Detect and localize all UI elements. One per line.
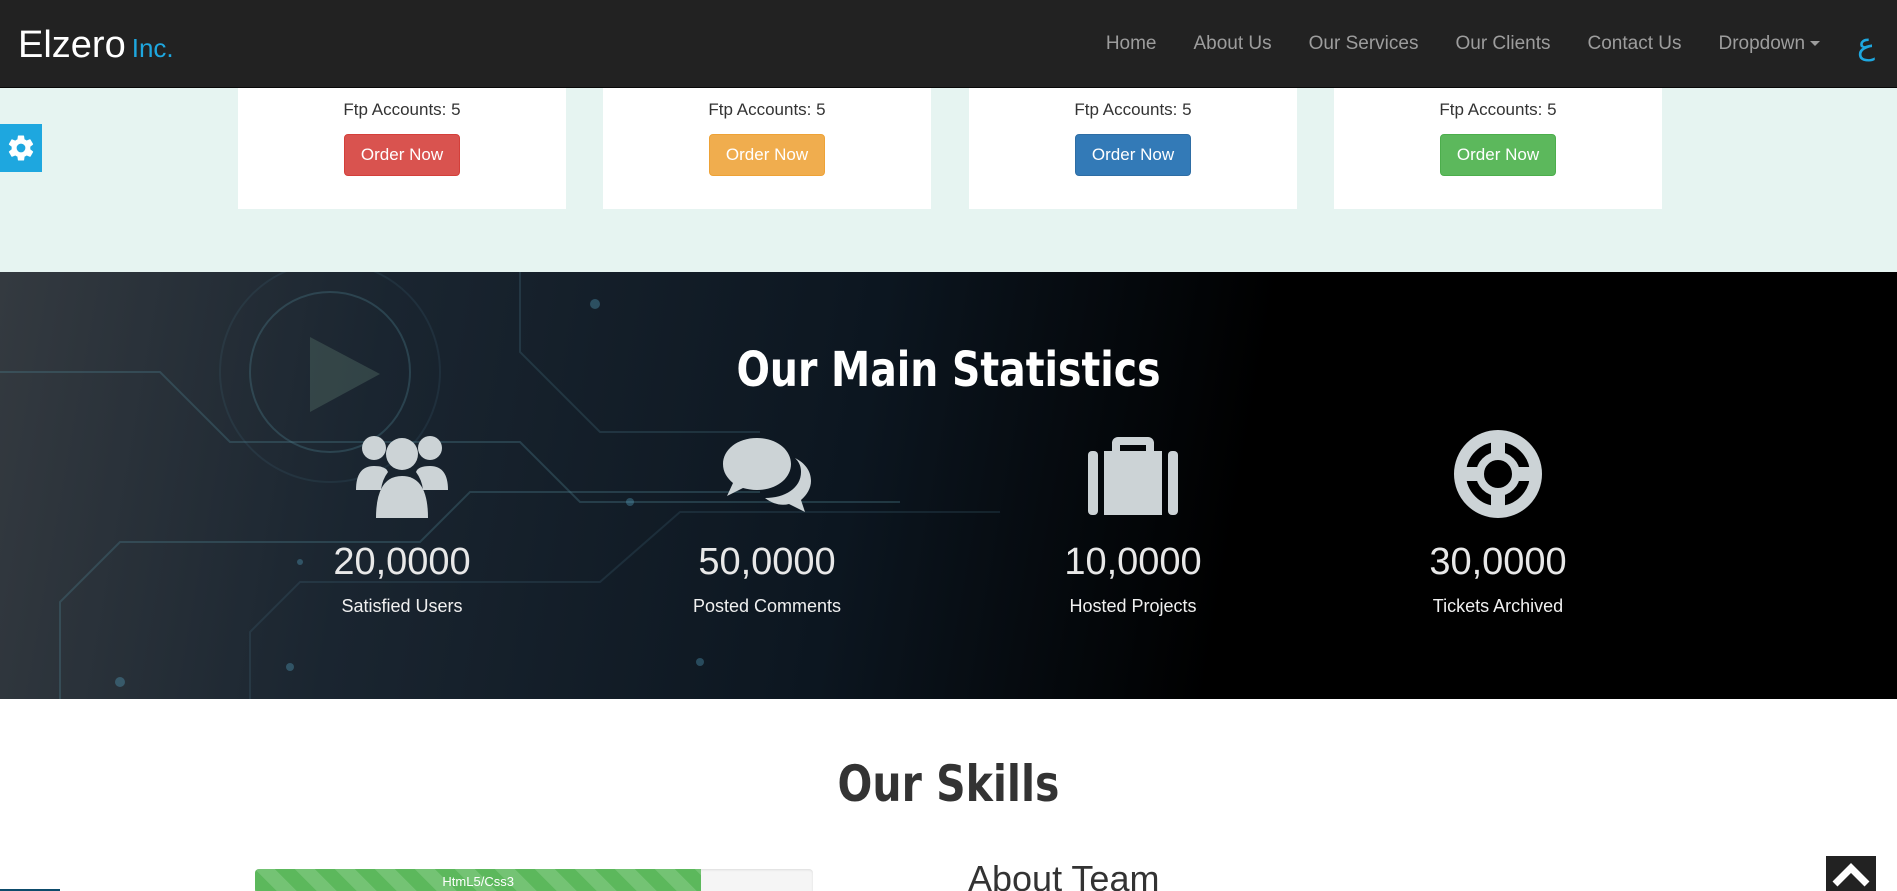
brand-name: Elzero xyxy=(18,24,126,66)
pricing-plan: Ftp Accounts: 5 Order Now xyxy=(969,88,1297,209)
nav-home[interactable]: Home xyxy=(1106,33,1157,55)
pricing-section: Ftp Accounts: 5 Order Now Ftp Accounts: … xyxy=(0,88,1897,272)
ftp-accounts: Ftp Accounts: 5 xyxy=(708,100,826,119)
brand-suffix: Inc. xyxy=(131,33,174,63)
statistics-title: Our Main Statistics xyxy=(736,342,1161,398)
nav-contact-us[interactable]: Contact Us xyxy=(1588,33,1682,55)
nav-dropdown[interactable]: Dropdown xyxy=(1718,33,1821,55)
chevron-up-icon xyxy=(1832,863,1870,887)
order-now-button[interactable]: Order Now xyxy=(1074,134,1192,176)
about-team-heading: About Team xyxy=(968,858,1160,891)
order-now-button[interactable]: Order Now xyxy=(343,134,461,176)
stat-item: 20,0000 Satisfied Users xyxy=(238,427,566,617)
stat-label: Tickets Archived xyxy=(1432,596,1564,616)
stat-number: 50,0000 xyxy=(698,541,836,583)
users-icon xyxy=(356,436,448,518)
stat-item: 30,0000 Tickets Archived xyxy=(1334,427,1662,617)
skill-progress: HtmL5/Css3 xyxy=(255,869,813,891)
settings-toggle[interactable] xyxy=(0,124,42,172)
scroll-top-button[interactable] xyxy=(1826,856,1876,891)
life-ring-icon xyxy=(1454,430,1542,518)
pricing-plan: Ftp Accounts: 5 Order Now xyxy=(238,88,566,209)
ftp-accounts: Ftp Accounts: 5 xyxy=(1074,100,1192,119)
briefcase-icon xyxy=(1088,437,1178,515)
stat-label: Satisfied Users xyxy=(341,596,463,616)
pricing-plan: Ftp Accounts: 5 Order Now xyxy=(603,88,931,209)
nav-our-services[interactable]: Our Services xyxy=(1309,33,1419,55)
brand-logo[interactable]: Elzero Inc. xyxy=(18,24,174,67)
gear-icon xyxy=(8,135,34,161)
stat-item: 10,0000 Hosted Projects xyxy=(969,427,1297,617)
caret-down-icon xyxy=(1810,41,1821,47)
order-now-button[interactable]: Order Now xyxy=(708,134,826,176)
nav-dropdown-label: Dropdown xyxy=(1718,33,1806,54)
pricing-plan: Ftp Accounts: 5 Order Now xyxy=(1334,88,1662,209)
nav-about-us[interactable]: About Us xyxy=(1194,33,1272,55)
stat-item: 50,0000 Posted Comments xyxy=(603,427,931,617)
language-toggle[interactable]: ع xyxy=(1857,27,1875,62)
ftp-accounts: Ftp Accounts: 5 xyxy=(1439,100,1557,119)
stat-number: 10,0000 xyxy=(1064,541,1202,583)
stat-number: 30,0000 xyxy=(1429,541,1567,583)
statistics-section: Our Main Statistics 20,0000 Satisfied Us… xyxy=(0,272,1897,699)
skills-title: Our Skills xyxy=(837,755,1060,813)
stat-label: Posted Comments xyxy=(692,596,842,616)
order-now-button[interactable]: Order Now xyxy=(1439,134,1557,176)
stat-label: Hosted Projects xyxy=(1069,596,1197,616)
ftp-accounts: Ftp Accounts: 5 xyxy=(343,100,461,119)
skill-progress-bar: HtmL5/Css3 xyxy=(255,869,702,891)
stat-number: 20,0000 xyxy=(333,541,471,583)
main-nav: Home About Us Our Services Our Clients C… xyxy=(1106,0,1897,88)
navbar: Elzero Inc. Home About Us Our Services Ou… xyxy=(0,0,1897,88)
nav-our-clients[interactable]: Our Clients xyxy=(1455,33,1550,55)
comments-icon xyxy=(723,438,811,512)
